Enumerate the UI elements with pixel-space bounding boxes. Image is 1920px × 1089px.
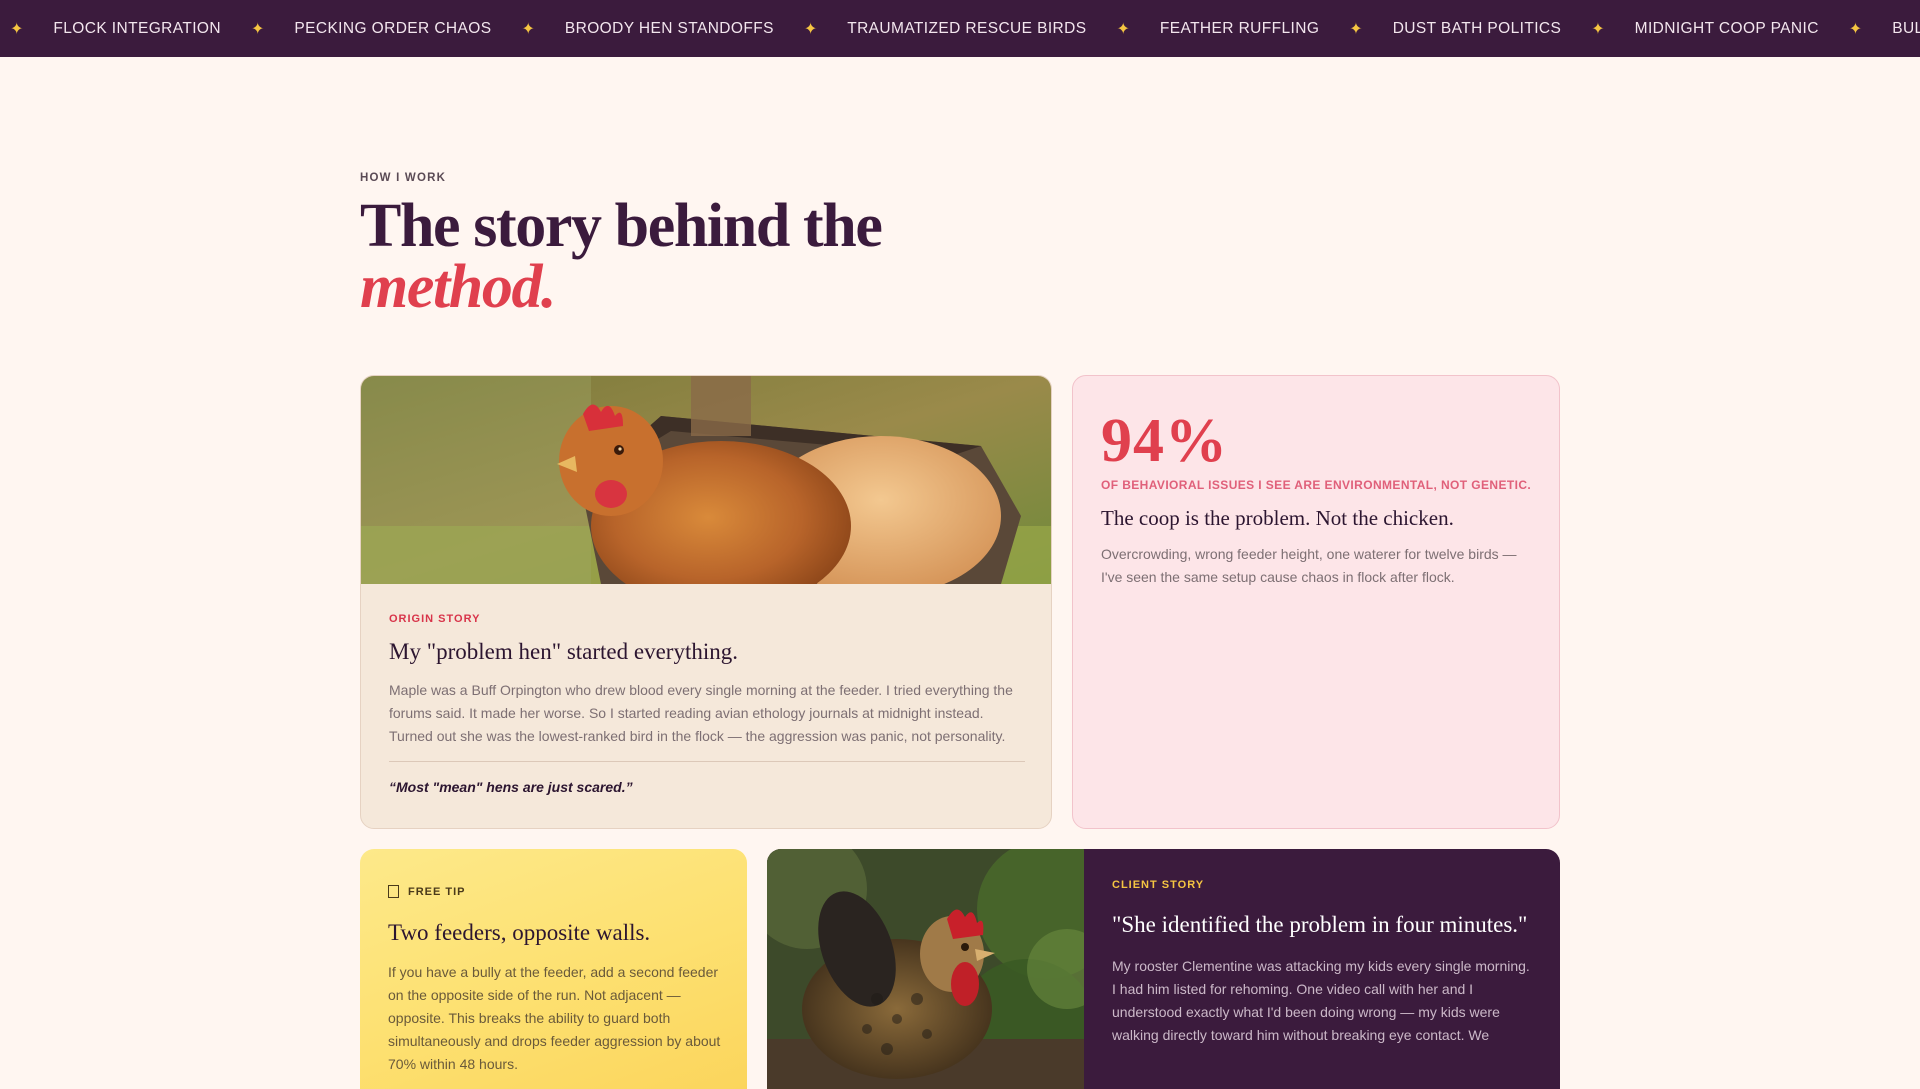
free-tip-tag-label: FREE TIP [408,885,466,898]
free-tip-card: FREE TIP Two feeders, opposite walls. If… [360,849,747,1089]
ticker-item: MIDNIGHT COOP PANIC [1634,19,1819,37]
star-icon: ✦ [803,20,818,38]
star-icon: ✦ [1116,20,1130,38]
stat-card: 94% OF BEHAVIORAL ISSUES I SEE ARE ENVIR… [1072,375,1560,829]
star-icon: ✦ [1848,20,1863,38]
origin-story-quote: “Most "mean" hens are just scared.” [389,779,633,795]
star-icon: ✦ [250,20,265,38]
section-eyebrow: HOW I WORK [360,172,447,184]
free-tip-tag: FREE TIP [388,885,466,898]
client-story-quote: "She identified the problem in four minu… [1112,912,1528,937]
ticker-item: BULLY AT THE FEEDER [1892,19,1920,37]
page-title-line: The story behind the [360,192,883,260]
stat-value: 94% [1101,407,1228,475]
origin-story-body: ORIGIN STORY My "problem hen" started ev… [389,613,1025,795]
ticker-item: TRAUMATIZED RESCUE BIRDS [847,19,1087,37]
topic-ticker: ✦ FLOCK INTEGRATION ✦ PECKING ORDER CHAO… [0,0,1920,57]
rooster-photo [767,849,1084,1089]
client-story-body: CLIENT STORY "She identified the problem… [1112,879,1537,1047]
free-tip-text: If you have a bully at the feeder, add a… [388,964,721,1072]
free-tip-title: Two feeders, opposite walls. [388,920,651,945]
stat-title: The coop is the problem. Not the chicken… [1101,506,1454,530]
page-title: The story behind the method. [360,195,883,321]
origin-story-tag: ORIGIN STORY [389,613,481,625]
ticker-track: ✦ FLOCK INTEGRATION ✦ PECKING ORDER CHAO… [10,0,1920,57]
origin-story-card: ORIGIN STORY My "problem hen" started ev… [360,375,1052,829]
ticker-item: DUST BATH POLITICS [1392,19,1562,37]
star-icon: ✦ [1349,20,1363,38]
ticker-item: PECKING ORDER CHAOS [294,19,492,37]
star-icon: ✦ [10,20,24,38]
stat-text: Overcrowding, wrong feeder height, one w… [1101,546,1517,585]
ticker-item: FLOCK INTEGRATION [53,19,221,37]
client-story-card: CLIENT STORY "She identified the problem… [767,849,1560,1089]
hen-photo [361,376,1051,584]
star-icon: ✦ [521,20,535,38]
ticker-item: BROODY HEN STANDOFFS [564,19,774,37]
page-title-accent: method. [360,253,557,321]
origin-story-title: My "problem hen" started everything. [389,639,738,664]
divider [389,761,1025,762]
origin-story-text: Maple was a Buff Orpington who drew bloo… [389,682,1013,744]
client-story-text: My rooster Clementine was attacking my k… [1112,958,1530,1043]
star-icon: ✦ [1591,20,1605,38]
ticker-item: FEATHER RUFFLING [1159,19,1320,37]
client-story-tag: CLIENT STORY [1112,879,1205,891]
bookmark-icon [388,885,399,898]
stat-caption: OF BEHAVIORAL ISSUES I SEE ARE ENVIRONME… [1101,478,1532,492]
